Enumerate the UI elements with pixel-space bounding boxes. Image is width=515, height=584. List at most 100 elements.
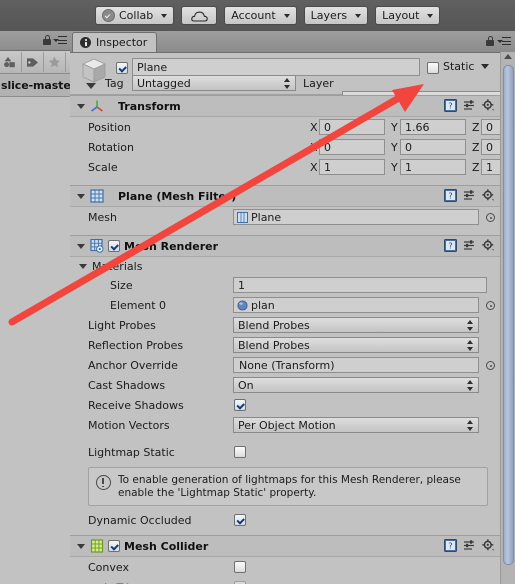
gear-icon[interactable] bbox=[482, 99, 495, 112]
position-y-input[interactable]: 1.66 bbox=[400, 119, 466, 135]
foldout-arrow-icon[interactable] bbox=[79, 263, 87, 269]
hamburger-menu-icon[interactable] bbox=[497, 37, 511, 46]
inspector-body: Plane Static Tag Untagged Layer ground bbox=[70, 52, 515, 584]
gameobject-header: Plane Static Tag Untagged Layer ground bbox=[70, 53, 515, 107]
materials-row-element0: Element 0 plan bbox=[70, 295, 500, 315]
preset-sliders-icon[interactable] bbox=[463, 189, 476, 202]
foldout-arrow-icon[interactable] bbox=[77, 193, 85, 199]
convex-checkbox[interactable] bbox=[234, 561, 246, 573]
cast-shadows-dropdown[interactable]: On bbox=[233, 377, 479, 393]
row-motion-vectors: Motion Vectors Per Object Motion bbox=[70, 415, 500, 435]
help-book-icon[interactable]: ? bbox=[444, 99, 457, 112]
scale-y-input[interactable]: 1 bbox=[400, 159, 466, 175]
light-probes-value: Blend Probes bbox=[238, 318, 310, 332]
rotation-x-input[interactable]: 0 bbox=[319, 139, 385, 155]
component-header-transform[interactable]: Transform ? bbox=[70, 95, 500, 117]
light-probes-dropdown[interactable]: Blend Probes bbox=[233, 317, 479, 333]
reflection-probes-label: Reflection Probes bbox=[88, 338, 184, 352]
foldout-arrow-icon[interactable] bbox=[77, 243, 85, 249]
component-header-buttons: ? bbox=[444, 539, 495, 552]
foldout-arrow-icon[interactable] bbox=[77, 543, 85, 549]
axis-label-x: X bbox=[310, 140, 318, 154]
anchor-override-picker-icon[interactable] bbox=[486, 361, 495, 370]
axis-label-x: X bbox=[310, 160, 318, 174]
mesh-collider-enabled-checkbox[interactable] bbox=[108, 540, 120, 552]
materials-row-size: Size 1 bbox=[70, 275, 500, 295]
layout-button[interactable]: Layout bbox=[375, 6, 441, 25]
preset-sliders-icon[interactable] bbox=[463, 539, 476, 552]
tag-dropdown[interactable]: Untagged bbox=[132, 75, 296, 91]
cloud-button[interactable] bbox=[181, 6, 218, 25]
tag-icon[interactable] bbox=[22, 52, 44, 72]
updown-arrows-icon bbox=[467, 340, 474, 351]
component-header-mesh-renderer[interactable]: Mesh Renderer ? bbox=[70, 235, 500, 257]
help-book-icon[interactable]: ? bbox=[444, 189, 457, 202]
warning-icon bbox=[96, 475, 111, 490]
static-dropdown-icon[interactable] bbox=[481, 64, 489, 69]
reflection-probes-dropdown[interactable]: Blend Probes bbox=[233, 337, 479, 353]
component-title-transform: Transform bbox=[118, 99, 181, 113]
element0-object-field[interactable]: plan bbox=[233, 297, 479, 313]
gear-icon[interactable] bbox=[482, 539, 495, 552]
row-cast-shadows: Cast Shadows On bbox=[70, 375, 500, 395]
mesh-renderer-enabled-checkbox[interactable] bbox=[108, 240, 120, 252]
lightmap-static-checkbox[interactable] bbox=[234, 446, 246, 458]
motion-vectors-value: Per Object Motion bbox=[238, 418, 336, 432]
collab-button[interactable]: Collab bbox=[95, 6, 175, 25]
gear-icon[interactable] bbox=[482, 189, 495, 202]
gameobject-enabled-checkbox[interactable] bbox=[116, 62, 128, 74]
inspector-window: Inspector Plane Static Tag Untagged Laye… bbox=[70, 31, 515, 584]
receive-shadows-checkbox[interactable] bbox=[234, 399, 246, 411]
component-header-buttons: ? bbox=[444, 189, 495, 202]
axis-label-z: Z bbox=[472, 140, 480, 154]
row-lightmap-static: Lightmap Static bbox=[70, 442, 500, 462]
motion-vectors-dropdown[interactable]: Per Object Motion bbox=[233, 417, 479, 433]
lock-icon[interactable] bbox=[486, 36, 494, 46]
component-header-mesh-collider[interactable]: Mesh Collider ? bbox=[70, 535, 500, 557]
gameobject-name-input[interactable]: Plane bbox=[132, 58, 420, 76]
preset-sliders-icon[interactable] bbox=[463, 99, 476, 112]
account-button[interactable]: Account bbox=[224, 6, 297, 25]
axis-label-x: X bbox=[310, 120, 318, 134]
mesh-value: Plane bbox=[251, 210, 282, 224]
lock-icon[interactable] bbox=[43, 35, 51, 45]
preset-sliders-icon[interactable] bbox=[463, 239, 476, 252]
static-checkbox[interactable] bbox=[427, 62, 439, 74]
mesh-picker-icon[interactable] bbox=[486, 213, 495, 222]
layers-button[interactable]: Layers bbox=[303, 6, 369, 25]
dynamic-occluded-checkbox-wrap bbox=[234, 514, 246, 526]
scale-z-value: 1 bbox=[486, 160, 493, 174]
foldout-arrow-icon[interactable] bbox=[77, 103, 85, 109]
scale-label: Scale bbox=[88, 160, 118, 174]
scroll-up-arrow-icon[interactable] bbox=[504, 54, 512, 59]
position-x-input[interactable]: 0 bbox=[319, 119, 385, 135]
component-header-mesh-filter[interactable]: Plane (Mesh Filter) ? bbox=[70, 185, 500, 207]
help-book-icon[interactable]: ? bbox=[444, 239, 457, 252]
rotation-y-input[interactable]: 0 bbox=[400, 139, 466, 155]
thumbnail-dropdown-icon[interactable] bbox=[86, 83, 96, 89]
rotation-x-value: 0 bbox=[324, 140, 331, 154]
row-anchor-override: Anchor Override None (Transform) bbox=[70, 355, 500, 375]
scrollbar-thumb[interactable] bbox=[503, 65, 514, 565]
dynamic-occluded-checkbox[interactable] bbox=[234, 514, 246, 526]
gear-icon[interactable] bbox=[482, 239, 495, 252]
star-icon[interactable] bbox=[44, 52, 66, 72]
scale-x-input[interactable]: 1 bbox=[319, 159, 385, 175]
scale-x-value: 1 bbox=[324, 160, 331, 174]
shapes-icon[interactable] bbox=[0, 52, 22, 72]
lightmap-static-checkbox-wrap bbox=[234, 446, 246, 458]
materials-size-input[interactable]: 1 bbox=[233, 277, 487, 293]
anchor-override-object-field[interactable]: None (Transform) bbox=[233, 357, 479, 373]
hamburger-menu-icon[interactable] bbox=[53, 36, 67, 45]
inspector-scrollbar[interactable] bbox=[500, 52, 515, 584]
mesh-object-field[interactable]: Plane bbox=[233, 209, 479, 225]
help-book-icon[interactable]: ? bbox=[444, 539, 457, 552]
materials-foldout-row[interactable]: Materials bbox=[70, 257, 500, 275]
position-x-value: 0 bbox=[324, 120, 331, 134]
mesh-filter-icon bbox=[90, 189, 104, 203]
chevron-down-icon bbox=[161, 13, 168, 18]
tab-inspector[interactable]: Inspector bbox=[72, 32, 158, 52]
element0-label: Element 0 bbox=[110, 298, 167, 312]
row-receive-shadows: Receive Shadows bbox=[70, 395, 500, 415]
element0-picker-icon[interactable] bbox=[486, 301, 495, 310]
